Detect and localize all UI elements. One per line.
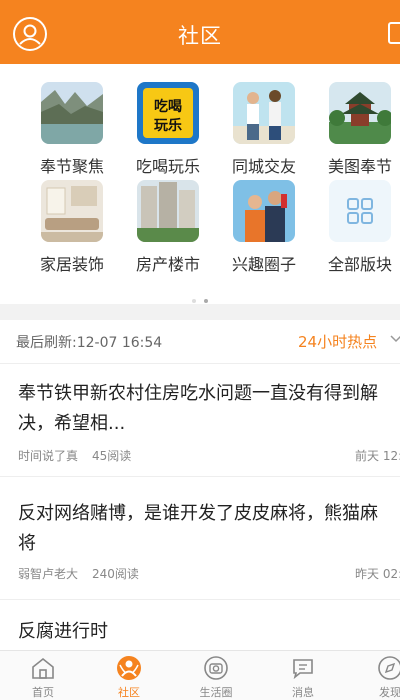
community-icon — [117, 656, 141, 680]
section-divider — [0, 304, 400, 320]
chevron-down-icon[interactable] — [390, 332, 400, 348]
category-label: 家居装饰 — [39, 255, 104, 274]
post-meta: 弱智卢老大 240阅读 — [18, 565, 153, 582]
category-label: 房产楼市 — [135, 255, 200, 274]
post-author: 弱智卢老大 — [18, 567, 79, 581]
post-item[interactable]: 奉节铁甲新农村住房吃水问题一直没有得到解 决，希望相... 时间说了真 45阅读 … — [0, 365, 400, 477]
friends-photo — [233, 82, 295, 144]
hot-24h-tab[interactable]: 24小时热点 — [298, 331, 377, 352]
post-item[interactable]: 反腐进行时 — [0, 601, 400, 650]
category-real-estate[interactable]: 房产楼市 — [120, 180, 216, 275]
nav-home[interactable]: 首页 — [3, 651, 83, 700]
camera-icon — [204, 656, 228, 680]
category-grid: 奉节聚焦 吃喝 玩乐 吃喝玩乐 同城交友 美图奉节 家居装饰 房产楼市 兴趣圈子… — [0, 64, 400, 304]
grid-icon — [329, 180, 391, 242]
category-label: 奉节聚焦 — [39, 157, 104, 176]
post-meta: 时间说了真 45阅读 — [18, 447, 145, 464]
post-time: 昨天 02: — [355, 567, 400, 581]
post-title-line: 奉节铁甲新农村住房吃水问题一直没有得到解 — [18, 383, 378, 404]
refresh-bar: 最后刷新:12-07 16:54 24小时热点 — [0, 320, 400, 364]
eat-drink-play-logo: 吃喝 玩乐 — [137, 82, 199, 144]
category-home-decor[interactable]: 家居装饰 — [24, 180, 120, 275]
living-room-photo — [41, 180, 103, 242]
nav-life-circle[interactable]: 生活圈 — [176, 651, 256, 700]
bottom-nav: 首页 社区 生活圈 消息 发现 — [0, 650, 400, 700]
post-title-line: 反腐进行时 — [18, 621, 108, 642]
buildings-photo — [137, 180, 199, 242]
category-label: 吃喝玩乐 — [135, 157, 200, 176]
post-reads: 45阅读 — [92, 449, 132, 463]
category-local-friends[interactable]: 同城交友 — [216, 82, 312, 177]
nav-label: 首页 — [32, 686, 54, 699]
nav-label: 社区 — [118, 686, 140, 699]
message-icon — [293, 659, 313, 680]
category-label: 同城交友 — [231, 157, 296, 176]
logo-text-bottom: 玩乐 — [154, 117, 182, 134]
pavilion-photo — [329, 82, 391, 144]
post-author: 时间说了真 — [18, 449, 79, 463]
post-title-line: 决，希望相... — [18, 413, 126, 434]
category-eat-drink-play[interactable]: 吃喝 玩乐 吃喝玩乐 — [120, 82, 216, 177]
post-time: 前天 12: — [355, 449, 400, 463]
edit-post-button[interactable] — [388, 22, 400, 44]
discover-icon — [378, 656, 400, 680]
category-all-sections[interactable]: 全部版块 — [312, 180, 400, 275]
page-dot-active — [204, 299, 208, 303]
category-label: 全部版块 — [327, 255, 392, 274]
page-dot — [192, 299, 196, 303]
nav-label: 消息 — [292, 686, 314, 699]
post-title-line: 反对网络赌博，是谁开发了皮皮麻将，熊猫麻 — [18, 503, 378, 524]
category-label: 美图奉节 — [327, 157, 392, 176]
page-title: 社区 — [178, 24, 222, 48]
category-beautiful-fengjie[interactable]: 美图奉节 — [312, 82, 400, 177]
home-icon — [32, 657, 54, 679]
post-title-line: 将 — [18, 533, 36, 554]
nav-discover[interactable]: 发现 — [350, 651, 400, 700]
nav-community[interactable]: 社区 — [89, 651, 169, 700]
category-label: 兴趣圈子 — [231, 255, 296, 274]
post-item[interactable]: 反对网络赌博，是谁开发了皮皮麻将，熊猫麻 将 弱智卢老大 240阅读 昨天 02: — [0, 478, 400, 600]
nav-label: 生活圈 — [199, 686, 233, 699]
last-refresh-text: 最后刷新:12-07 16:54 — [16, 335, 163, 351]
app-header: 社区 — [0, 0, 400, 64]
nav-label: 发现 — [379, 686, 400, 699]
logo-text-top: 吃喝 — [154, 98, 182, 115]
gorge-photo — [41, 82, 103, 144]
category-interest-circles[interactable]: 兴趣圈子 — [216, 180, 312, 275]
category-fengjie-focus[interactable]: 奉节聚焦 — [24, 82, 120, 177]
couple-photo — [233, 180, 295, 242]
nav-messages[interactable]: 消息 — [263, 651, 343, 700]
post-reads: 240阅读 — [92, 567, 139, 581]
